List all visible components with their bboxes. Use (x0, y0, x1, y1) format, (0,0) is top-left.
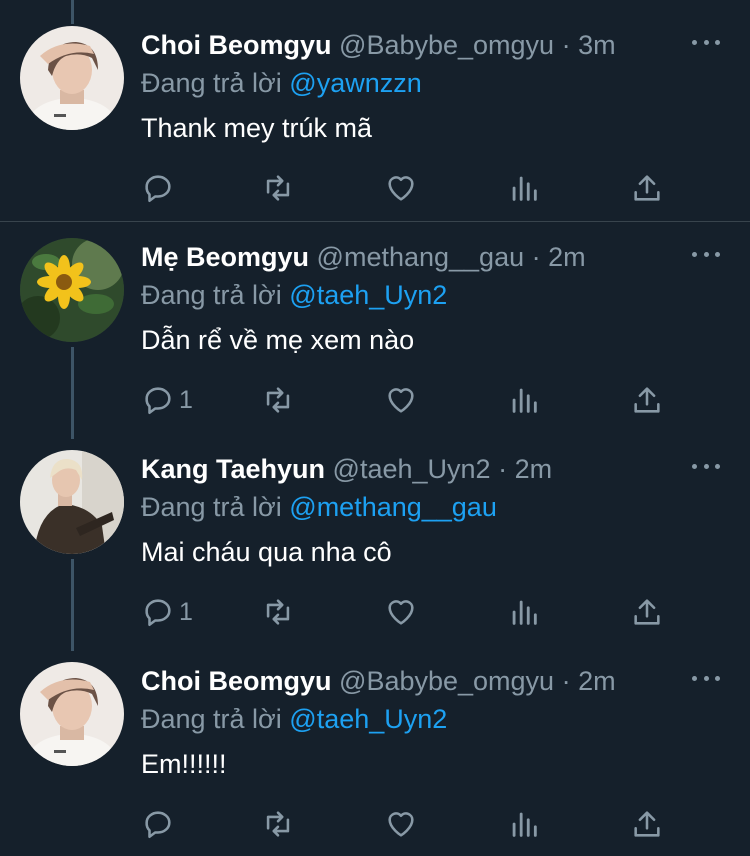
replying-to-label: Đang trả lời (141, 492, 282, 522)
timestamp[interactable]: 2m (578, 666, 616, 696)
display-name[interactable]: Choi Beomgyu (141, 666, 332, 696)
share-button[interactable] (630, 594, 664, 630)
replying-to-label: Đang trả lời (141, 704, 282, 734)
share-icon (634, 175, 660, 201)
reply-icon (145, 175, 171, 203)
replying-to-label: Đang trả lời (141, 68, 282, 98)
reply-icon (145, 599, 171, 627)
tweet-text: Mai cháu qua nha cô (141, 537, 392, 567)
user-handle[interactable]: @Babybe_omgyu (339, 30, 554, 60)
avatar[interactable] (20, 450, 124, 554)
analytics-icon (512, 388, 537, 413)
analytics-icon (512, 600, 537, 625)
replying-to: Đang trả lời @taeh_Uyn2 (141, 278, 447, 312)
reply-icon (145, 387, 171, 415)
share-button[interactable] (630, 382, 664, 418)
tweet-header: Choi Beomgyu @Babybe_omgyu · 3m (141, 28, 680, 62)
tweet-text: Em!!!!!! (141, 749, 227, 779)
tweet[interactable]: Choi Beomgyu @Babybe_omgyu · 3m Đang trả… (0, 0, 750, 212)
more-options-icon[interactable] (692, 32, 720, 52)
avatar[interactable] (20, 238, 124, 342)
mention-link[interactable]: @taeh_Uyn2 (289, 704, 447, 734)
user-handle[interactable]: @methang__gau (317, 242, 525, 272)
more-options-icon[interactable] (692, 668, 720, 688)
like-button[interactable] (384, 594, 418, 630)
analytics-icon (512, 176, 537, 201)
avatar[interactable] (20, 662, 124, 766)
tweet[interactable]: Mẹ Beomgyu @methang__gau · 2m Đang trả l… (0, 212, 750, 424)
tweet-text: Dẫn rể về mẹ xem nào (141, 325, 415, 355)
tweet-header: Kang Taehyun @taeh_Uyn2 · 2m (141, 452, 680, 486)
retweet-icon (266, 175, 290, 201)
analytics-icon (512, 812, 537, 837)
person-hand-on-forehead-avatar (20, 26, 124, 130)
tweet-text: Thank mey trúk mã (141, 113, 373, 143)
more-options-icon[interactable] (692, 456, 720, 476)
analytics-button[interactable] (507, 170, 541, 206)
display-name[interactable]: Kang Taehyun (141, 454, 325, 484)
analytics-button[interactable] (507, 594, 541, 630)
mention-link[interactable]: @taeh_Uyn2 (289, 280, 447, 310)
separator-dot: · (561, 666, 571, 696)
tweet-header: Choi Beomgyu @Babybe_omgyu · 2m (141, 664, 680, 698)
reply-button[interactable] (141, 806, 179, 842)
analytics-button[interactable] (507, 382, 541, 418)
tweet-header: Mẹ Beomgyu @methang__gau · 2m (141, 240, 680, 274)
retweet-button[interactable] (261, 594, 295, 630)
replying-to-label: Đang trả lời (141, 280, 282, 310)
tweet[interactable]: Choi Beomgyu @Babybe_omgyu · 2m Đang trả… (0, 636, 750, 848)
heart-icon (388, 600, 414, 625)
like-button[interactable] (384, 170, 418, 206)
share-icon (634, 811, 660, 837)
separator-dot: · (561, 30, 571, 60)
user-handle[interactable]: @Babybe_omgyu (339, 666, 554, 696)
reply-button[interactable]: 1 (141, 382, 193, 418)
reply-count: 1 (179, 597, 193, 626)
user-handle[interactable]: @taeh_Uyn2 (333, 454, 491, 484)
analytics-button[interactable] (507, 806, 541, 842)
reply-button[interactable] (141, 170, 179, 206)
mention-link[interactable]: @yawnzzn (289, 68, 421, 98)
heart-icon (388, 388, 414, 413)
like-button[interactable] (384, 806, 418, 842)
retweet-button[interactable] (261, 382, 295, 418)
share-button[interactable] (630, 170, 664, 206)
heart-icon (388, 812, 414, 837)
reply-icon (145, 811, 171, 839)
reply-button[interactable]: 1 (141, 594, 193, 630)
retweet-icon (266, 599, 290, 625)
timestamp[interactable]: 2m (548, 242, 586, 272)
tweet-actions: 1 (141, 382, 681, 418)
share-button[interactable] (630, 806, 664, 842)
retweet-icon (266, 387, 290, 413)
replying-to: Đang trả lời @methang__gau (141, 490, 497, 524)
mention-link[interactable]: @methang__gau (289, 492, 497, 522)
heart-icon (388, 176, 414, 201)
retweet-button[interactable] (261, 806, 295, 842)
replying-to: Đang trả lời @yawnzzn (141, 66, 422, 100)
tweet[interactable]: Kang Taehyun @taeh_Uyn2 · 2m Đang trả lờ… (0, 424, 750, 636)
display-name[interactable]: Mẹ Beomgyu (141, 242, 309, 272)
yellow-flower-avatar (20, 238, 124, 342)
retweet-icon (266, 811, 290, 837)
separator-dot: · (498, 454, 508, 484)
share-icon (634, 599, 660, 625)
tweet-actions (141, 806, 681, 842)
more-options-icon[interactable] (692, 244, 720, 264)
share-icon (634, 387, 660, 413)
person-hand-on-forehead-avatar (20, 662, 124, 766)
display-name[interactable]: Choi Beomgyu (141, 30, 332, 60)
tweet-actions (141, 170, 681, 206)
retweet-button[interactable] (261, 170, 295, 206)
replying-to: Đang trả lời @taeh_Uyn2 (141, 702, 447, 736)
like-button[interactable] (384, 382, 418, 418)
tweet-actions: 1 (141, 594, 681, 630)
reply-count: 1 (179, 385, 193, 414)
timestamp[interactable]: 2m (515, 454, 553, 484)
timestamp[interactable]: 3m (578, 30, 616, 60)
avatar[interactable] (20, 26, 124, 130)
person-dark-jacket-avatar (20, 450, 124, 554)
separator-dot: · (531, 242, 541, 272)
